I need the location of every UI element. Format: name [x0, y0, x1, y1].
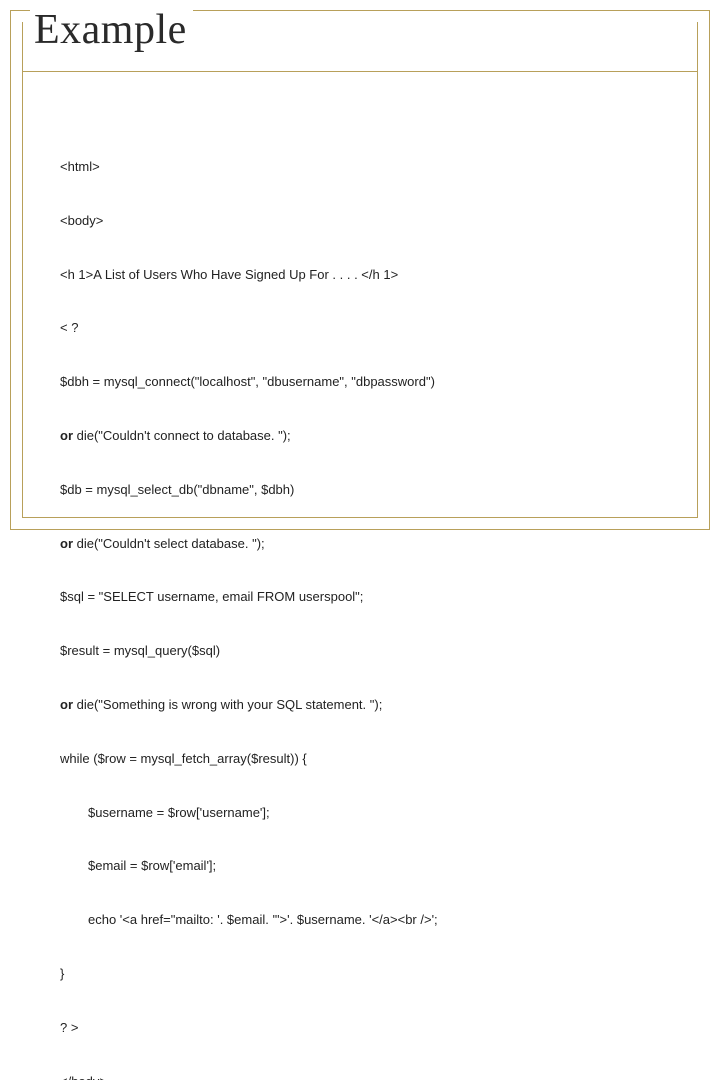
code-rest: die("Couldn't connect to database. "); [73, 428, 291, 443]
code-keyword-or: or [60, 428, 73, 443]
code-line: </body> [60, 1073, 660, 1080]
code-line: $dbh = mysql_connect("localhost", "dbuse… [60, 373, 660, 391]
code-line: $db = mysql_select_db("dbname", $dbh) [60, 481, 660, 499]
title-underline [22, 71, 698, 72]
title-area: Example [22, 6, 698, 72]
code-rest: die("Couldn't select database. "); [73, 536, 265, 551]
code-line: while ($row = mysql_fetch_array($result)… [60, 750, 660, 768]
slide: Example <html> <body> <h 1>A List of Use… [0, 0, 720, 540]
code-line: <html> [60, 158, 660, 176]
code-line: <h 1>A List of Users Who Have Signed Up … [60, 266, 660, 284]
code-keyword-or: or [60, 536, 73, 551]
code-line: $email = $row['email']; [60, 857, 660, 875]
code-line: < ? [60, 319, 660, 337]
code-line: or die("Something is wrong with your SQL… [60, 696, 660, 714]
code-line: } [60, 965, 660, 983]
code-line: $sql = "SELECT username, email FROM user… [60, 588, 660, 606]
code-line: $username = $row['username']; [60, 804, 660, 822]
code-line: or die("Couldn't select database. "); [60, 535, 660, 553]
code-rest: die("Something is wrong with your SQL st… [73, 697, 382, 712]
code-line: or die("Couldn't connect to database. ")… [60, 427, 660, 445]
slide-title: Example [30, 6, 193, 54]
code-line: $result = mysql_query($sql) [60, 642, 660, 660]
code-block: <html> <body> <h 1>A List of Users Who H… [60, 122, 660, 1080]
code-line: ? > [60, 1019, 660, 1037]
code-line: echo '<a href="mailto: '. $email. '">'. … [60, 911, 660, 929]
code-line: <body> [60, 212, 660, 230]
code-keyword-or: or [60, 697, 73, 712]
